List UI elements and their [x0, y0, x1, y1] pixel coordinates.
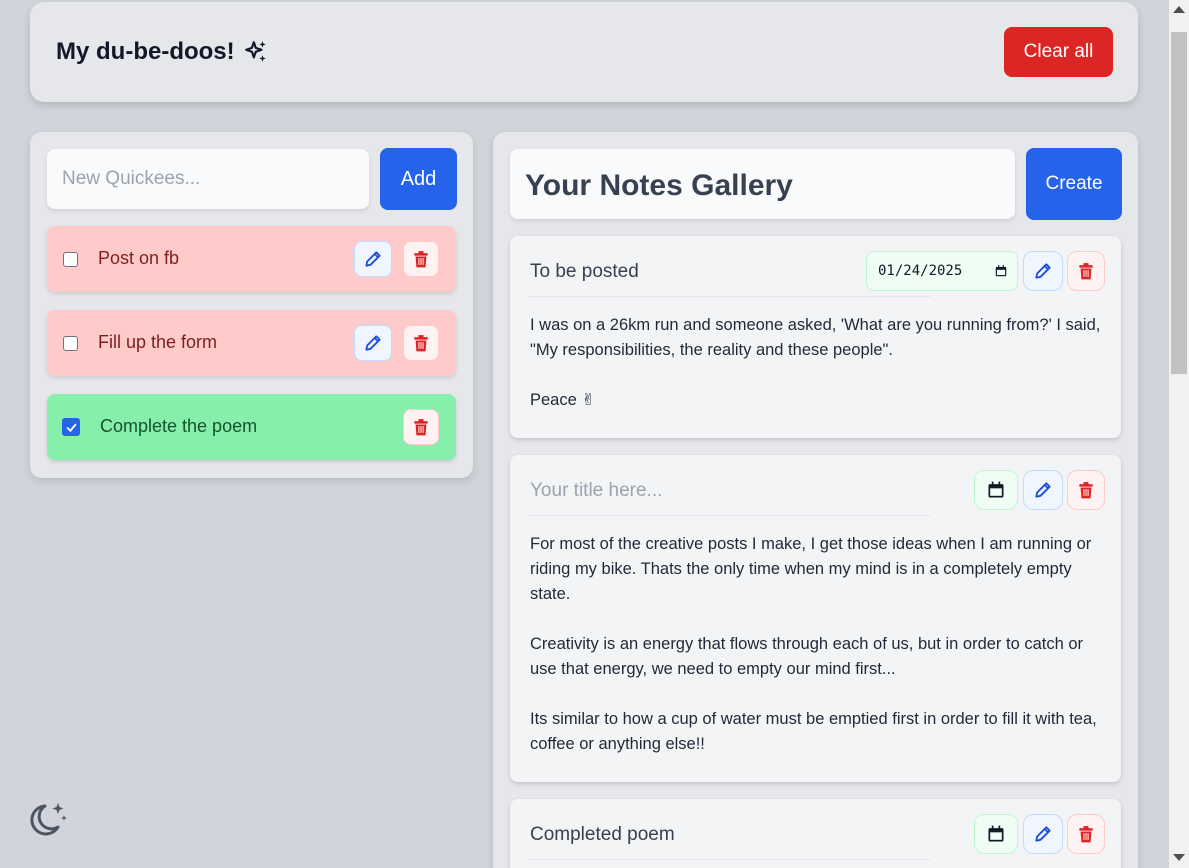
trash-icon: [414, 419, 428, 436]
sparkles-icon: [244, 41, 266, 62]
note-card: Completed poem: [510, 799, 1121, 868]
dark-mode-toggle[interactable]: [28, 800, 70, 840]
edit-todo-button[interactable]: [354, 325, 392, 361]
note-date-value: 01/24/2025: [878, 263, 963, 279]
calendar-icon: [988, 825, 1004, 842]
scroll-down-arrow[interactable]: [1173, 854, 1185, 861]
trash-icon: [1079, 263, 1093, 280]
edit-todo-button[interactable]: [354, 241, 392, 277]
app-header: My du-be-doos! Clear all: [30, 2, 1138, 102]
todo-item: Fill up the form: [47, 310, 456, 376]
add-quickee-button[interactable]: Add: [380, 148, 457, 210]
todo-checkbox[interactable]: [63, 252, 78, 267]
trash-icon: [414, 251, 428, 268]
trash-icon: [1079, 482, 1093, 499]
app-title: My du-be-doos!: [56, 38, 269, 66]
delete-note-button[interactable]: [1067, 251, 1105, 291]
pencil-icon: [1035, 263, 1051, 279]
note-card: To be posted 01/24/2025 I was on a 26km …: [510, 236, 1121, 438]
quickees-panel: Add Post on fb Fill up the form Complete…: [30, 132, 473, 478]
edit-note-button[interactable]: [1023, 251, 1063, 291]
note-date-input[interactable]: 01/24/2025: [866, 251, 1018, 291]
clear-all-button[interactable]: Clear all: [1004, 27, 1113, 77]
todo-text: Fill up the form: [98, 332, 218, 352]
edit-note-button[interactable]: [1023, 814, 1063, 854]
note-date-button[interactable]: [974, 814, 1018, 854]
trash-icon: [1079, 826, 1093, 843]
note-date-button[interactable]: [974, 470, 1018, 510]
create-note-button[interactable]: Create: [1026, 148, 1122, 220]
notes-gallery-panel: Your Notes Gallery Create To be posted 0…: [493, 132, 1138, 868]
checkmark-icon: [65, 423, 77, 432]
moon-stars-icon: [30, 803, 67, 836]
gallery-title: Your Notes Gallery: [510, 149, 1015, 219]
page-scrollbar[interactable]: [1169, 0, 1189, 868]
delete-todo-button[interactable]: [403, 241, 439, 277]
edit-note-button[interactable]: [1023, 470, 1063, 510]
todo-text: Complete the poem: [100, 416, 258, 436]
note-body[interactable]: For most of the creative posts I make, I…: [530, 532, 1105, 757]
note-card: Your title here... For most of the creat…: [510, 455, 1121, 782]
todo-item: Post on fb: [47, 226, 456, 292]
pencil-icon: [1035, 826, 1051, 842]
trash-icon: [414, 335, 428, 352]
delete-note-button[interactable]: [1067, 814, 1105, 854]
delete-note-button[interactable]: [1067, 470, 1105, 510]
calendar-icon: [995, 265, 1007, 277]
pencil-icon: [365, 335, 381, 351]
delete-todo-button[interactable]: [403, 325, 439, 361]
todo-item: Complete the poem: [47, 394, 456, 460]
calendar-icon: [988, 481, 1004, 498]
note-title[interactable]: Your title here...: [526, 480, 931, 516]
note-title[interactable]: Completed poem: [526, 824, 931, 860]
pencil-icon: [365, 251, 381, 267]
todo-text: Post on fb: [98, 248, 180, 268]
scroll-thumb[interactable]: [1171, 32, 1187, 374]
note-body[interactable]: I was on a 26km run and someone asked, '…: [530, 313, 1105, 413]
new-quickee-input[interactable]: [47, 149, 369, 209]
todo-checkbox[interactable]: [63, 336, 78, 351]
pencil-icon: [1035, 482, 1051, 498]
delete-todo-button[interactable]: [403, 409, 439, 445]
scroll-up-arrow[interactable]: [1173, 6, 1185, 13]
todo-checkbox[interactable]: [62, 418, 80, 436]
app-title-text: My du-be-doos!: [56, 38, 235, 65]
